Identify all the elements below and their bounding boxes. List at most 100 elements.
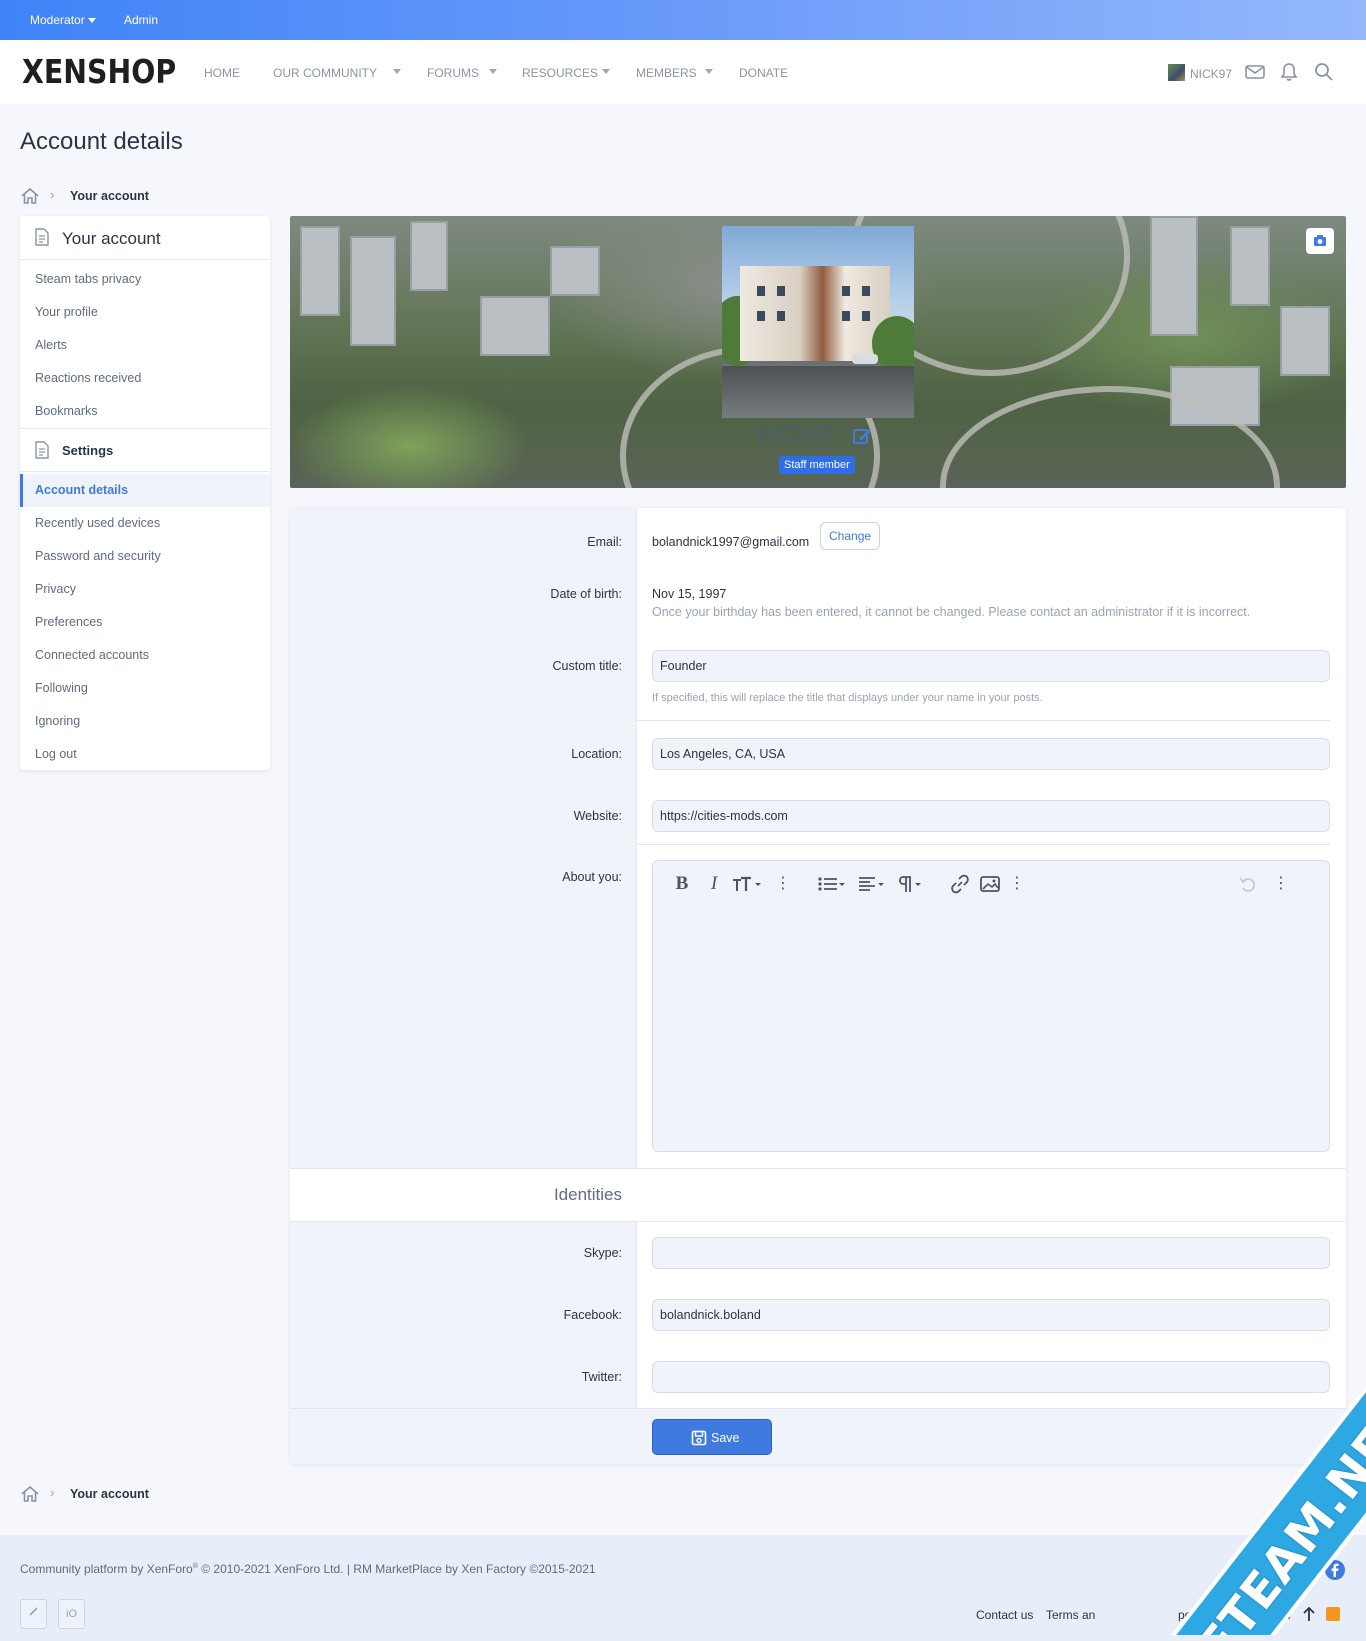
sidebar-item-preferences[interactable]: Preferences [20, 606, 270, 639]
account-details-form: Email: bolandnick1997@gmail.com Change D… [290, 508, 1346, 1464]
document-icon [35, 441, 49, 459]
italic-icon[interactable]: I [705, 873, 723, 895]
image-icon[interactable] [979, 873, 1001, 895]
profile-banner[interactable]: NICK97 Staff member [290, 216, 1346, 488]
identities-label: Identities [553, 1185, 622, 1204]
chevron-down-icon[interactable] [393, 69, 401, 74]
bell-icon[interactable] [1278, 61, 1300, 83]
sidebar-item-recently-used-devices[interactable]: Recently used devices [20, 507, 270, 540]
chevron-down-icon[interactable] [489, 69, 497, 74]
facebook-icon[interactable] [1324, 1559, 1346, 1581]
more-vertical-icon[interactable]: ⋮ [775, 873, 791, 895]
banner-scenery [1150, 216, 1198, 336]
dob-hint: Once your birthday has been entered, it … [652, 605, 1251, 619]
staff-bar: Moderator Admin [0, 0, 1366, 40]
inbox-icon[interactable] [1244, 61, 1266, 83]
moderator-menu[interactable]: Moderator [30, 13, 96, 27]
chevron-down-icon[interactable] [705, 69, 713, 74]
change-email-button[interactable]: Change [820, 522, 881, 550]
user-menu[interactable]: NICK97 [1190, 67, 1232, 81]
sidebar-item-reactions-received[interactable]: Reactions received [20, 362, 270, 395]
avatar-scenery [862, 311, 870, 321]
avatar[interactable] [1168, 64, 1185, 81]
avatar-scenery [757, 311, 765, 321]
sidebar-item-following[interactable]: Following [20, 672, 270, 705]
facebook-field[interactable] [652, 1299, 1330, 1331]
page-title: Account details [20, 128, 183, 155]
skype-field[interactable] [652, 1237, 1330, 1269]
site-logo[interactable]: XENSHOP [22, 54, 176, 90]
nav-donate[interactable]: DONATE [739, 66, 788, 80]
breadcrumb-your-account[interactable]: Your account [70, 1487, 149, 1501]
paragraph-icon[interactable] [895, 873, 925, 895]
banner-scenery [410, 221, 448, 291]
edit-icon[interactable] [852, 426, 872, 446]
form-label-column [290, 508, 636, 1168]
divider [636, 508, 637, 1168]
home-icon[interactable] [20, 1484, 40, 1504]
avatar-scenery [777, 286, 785, 296]
staff-badge: Staff member [779, 456, 855, 474]
site-header: XENSHOP HOME OUR COMMUNITY FORUMS RESOUR… [0, 40, 1366, 104]
search-icon[interactable] [1313, 61, 1335, 83]
sidebar-heading: Your account [62, 229, 161, 248]
footer-link-help[interactable]: Help [1222, 1608, 1247, 1622]
avatar[interactable] [722, 226, 914, 418]
sidebar-item-alerts[interactable]: Alerts [20, 329, 270, 362]
link-icon[interactable] [949, 873, 971, 895]
sidebar-item-privacy[interactable]: Privacy [20, 573, 270, 606]
nav-members[interactable]: MEMBERS [636, 66, 697, 80]
footer-link-privacy[interactable]: policy [1178, 1608, 1209, 1622]
footer-link-contact-us[interactable]: Contact us [976, 1608, 1033, 1622]
sidebar-item-bookmarks[interactable]: Bookmarks [20, 395, 270, 428]
copyright-prefix[interactable]: Community platform by XenForo [20, 1562, 193, 1576]
sidebar-item-account-details[interactable]: Account details [20, 474, 270, 507]
avatar-scenery [757, 286, 765, 296]
sidebar-item-password-and-security[interactable]: Password and security [20, 540, 270, 573]
copyright-suffix: © 2010-2021 XenForo Ltd. | RM MarketPlac… [197, 1562, 596, 1576]
undo-icon[interactable] [1237, 873, 1259, 895]
website-field[interactable] [652, 800, 1330, 832]
text-size-icon[interactable] [731, 873, 763, 895]
custom-title-hint: If specified, this will replace the titl… [652, 692, 1043, 704]
breadcrumb-your-account[interactable]: Your account [70, 189, 149, 203]
home-icon[interactable] [20, 186, 40, 206]
rss-icon[interactable] [1326, 1607, 1340, 1621]
sidebar-item-steam-tabs-privacy[interactable]: Steam tabs privacy [20, 263, 270, 296]
profile-username[interactable]: NICK97 [758, 421, 835, 447]
banner-scenery [1280, 306, 1330, 376]
more-vertical-icon[interactable]: ⋮ [1009, 873, 1025, 895]
dob-value: Nov 15, 1997 [652, 587, 727, 601]
admin-link[interactable]: Admin [124, 13, 158, 27]
save-icon [691, 1430, 707, 1446]
twitter-field[interactable] [652, 1361, 1330, 1393]
skype-label: Skype: [583, 1246, 622, 1260]
sidebar-item-connected-accounts[interactable]: Connected accounts [20, 639, 270, 672]
email-value: bolandnick1997@gmail.com [652, 535, 810, 549]
bold-icon[interactable]: B [673, 873, 691, 895]
chevron-down-icon[interactable] [602, 69, 610, 74]
sidebar-item-your-profile[interactable]: Your profile [20, 296, 270, 329]
more-vertical-icon[interactable]: ⋮ [1273, 873, 1289, 895]
sidebar-item-ignoring[interactable]: Ignoring [20, 705, 270, 738]
change-banner-button[interactable] [1306, 228, 1334, 254]
style-chooser-button[interactable] [20, 1599, 47, 1629]
nav-forums[interactable]: FORUMS [427, 66, 479, 80]
location-field[interactable] [652, 738, 1330, 770]
io-button[interactable]: iO [58, 1599, 85, 1629]
email-label: Email: [587, 535, 622, 549]
list-icon[interactable] [817, 873, 847, 895]
align-icon[interactable] [857, 873, 887, 895]
site-footer: Community platform by XenForo® © 2010-20… [0, 1535, 1366, 1641]
nav-home[interactable]: HOME [204, 66, 240, 80]
save-button[interactable]: Save [652, 1419, 772, 1455]
footer-link-home[interactable]: Home [1259, 1608, 1291, 1622]
about-editor[interactable]: B I ⋮ ⋮ ⋮ [652, 860, 1330, 1152]
arrow-up-icon[interactable] [1302, 1606, 1316, 1622]
nav-our-community[interactable]: OUR COMMUNITY [273, 66, 377, 80]
banner-scenery [300, 226, 340, 316]
sidebar-item-log-out[interactable]: Log out [20, 738, 270, 771]
nav-resources[interactable]: RESOURCES [522, 66, 598, 80]
footer-link-terms[interactable]: Terms an [1046, 1608, 1095, 1622]
custom-title-field[interactable] [652, 650, 1330, 682]
